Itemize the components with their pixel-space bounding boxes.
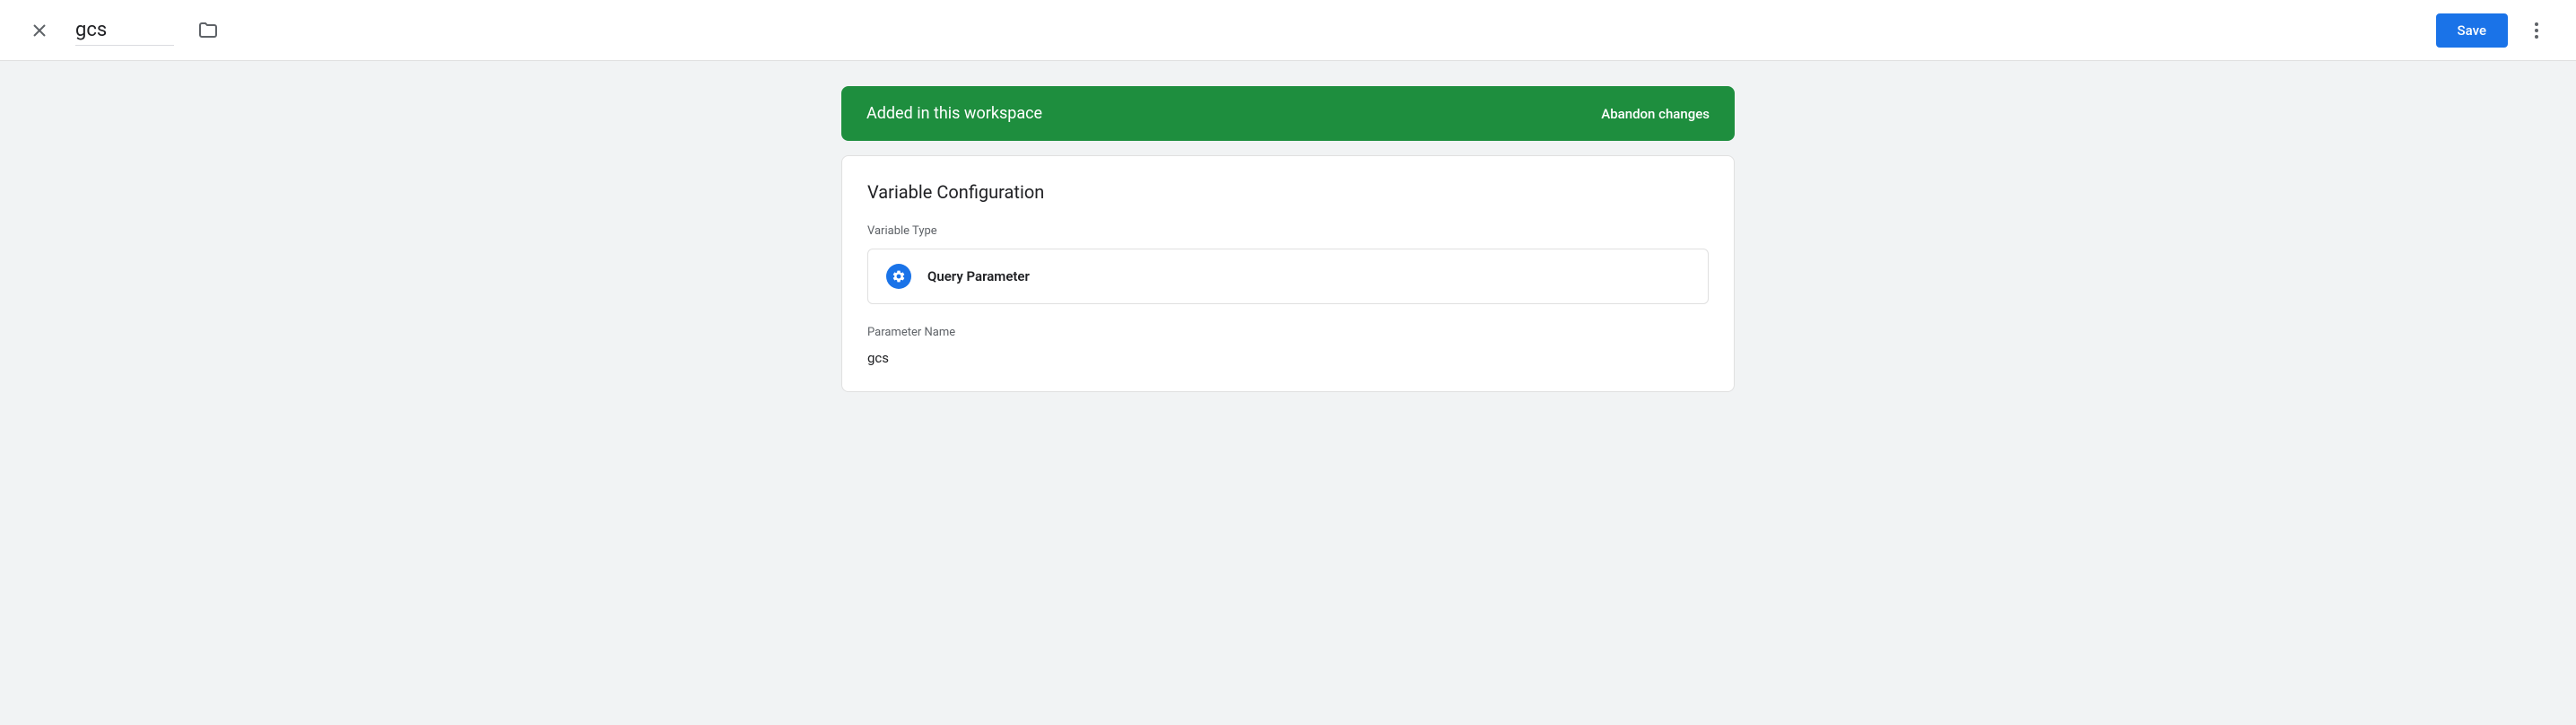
close-button[interactable] xyxy=(22,13,57,48)
close-icon xyxy=(29,20,50,41)
panel-container: Added in this workspace Abandon changes … xyxy=(841,86,1735,689)
folder-icon xyxy=(197,20,219,41)
variable-type-label: Variable Type xyxy=(867,224,1709,238)
content-area: Added in this workspace Abandon changes … xyxy=(0,61,2576,725)
variable-name-input[interactable] xyxy=(75,15,174,46)
workspace-status-text: Added in this workspace xyxy=(866,104,1042,123)
more-vert-icon xyxy=(2526,20,2547,41)
save-button[interactable]: Save xyxy=(2436,13,2508,48)
more-menu-button[interactable] xyxy=(2519,13,2554,48)
folder-button[interactable] xyxy=(190,13,226,48)
header-bar: Save xyxy=(0,0,2576,61)
card-title: Variable Configuration xyxy=(867,181,1709,203)
variable-type-value: Query Parameter xyxy=(927,268,1030,284)
variable-type-selector[interactable]: Query Parameter xyxy=(867,249,1709,304)
variable-config-card: Variable Configuration Variable Type Que… xyxy=(841,155,1735,392)
parameter-name-label: Parameter Name xyxy=(867,326,1709,339)
abandon-changes-button[interactable]: Abandon changes xyxy=(1601,106,1710,122)
gear-icon xyxy=(886,264,911,289)
workspace-banner: Added in this workspace Abandon changes xyxy=(841,86,1735,141)
parameter-name-value: gcs xyxy=(867,350,1709,366)
